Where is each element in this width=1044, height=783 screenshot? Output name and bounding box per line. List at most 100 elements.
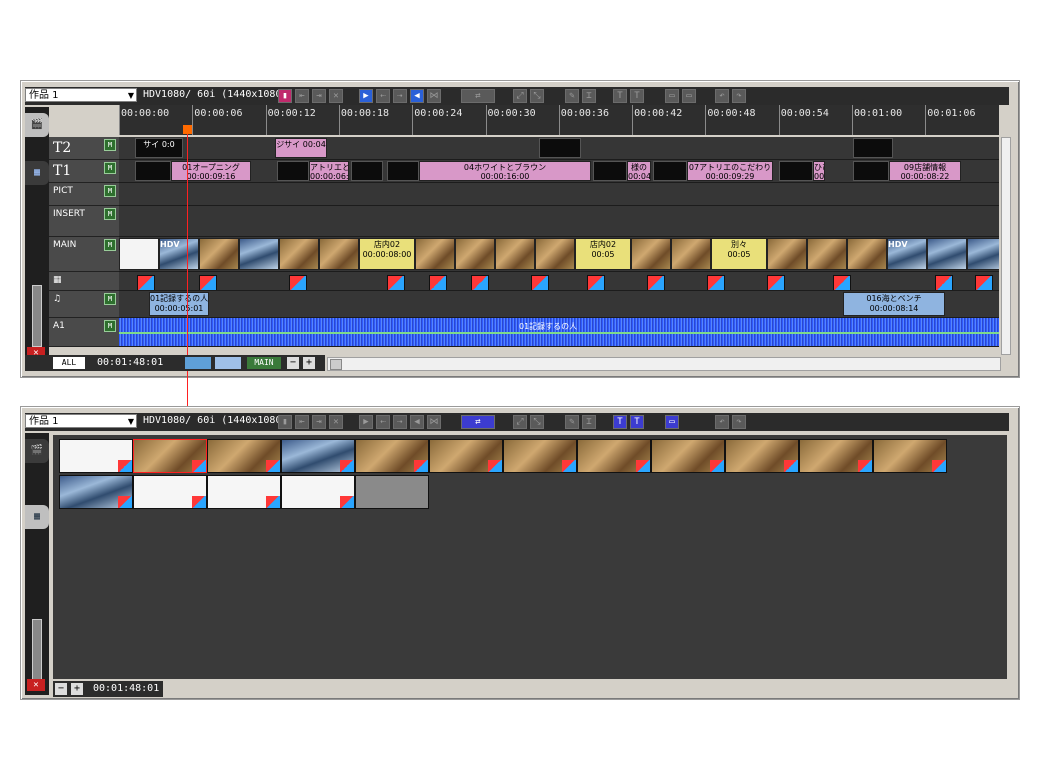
transition-icon[interactable] bbox=[289, 275, 307, 290]
transition-icon[interactable] bbox=[340, 496, 354, 508]
t1-title-clip[interactable] bbox=[277, 161, 309, 181]
main-video-clip[interactable] bbox=[671, 238, 711, 270]
storyboard-thumbnail[interactable] bbox=[355, 439, 429, 473]
lane-t2[interactable]: サイ 0:0 ジサイ 00:04 bbox=[119, 137, 999, 160]
split-right-button[interactable]: ⇢ bbox=[393, 415, 407, 429]
audio-effect-clip[interactable]: 016海とベンチ 00:00:08:14 bbox=[843, 292, 945, 316]
main-video-clip[interactable] bbox=[415, 238, 455, 270]
go-end-button[interactable]: ◀ bbox=[410, 415, 424, 429]
t1-title-clip[interactable]: 04ホワイトとブラウン 00:00:16:00 bbox=[419, 161, 591, 181]
transition-icon[interactable] bbox=[414, 460, 428, 472]
storyboard-empty-slot[interactable] bbox=[355, 475, 429, 509]
main-video-clip[interactable] bbox=[199, 238, 239, 270]
marker-button[interactable]: ⌶ bbox=[582, 415, 596, 429]
track-header-main[interactable]: MAIN M bbox=[49, 237, 119, 272]
ripple-button[interactable]: ⋈ bbox=[427, 415, 441, 429]
main-video-clip[interactable] bbox=[495, 238, 535, 270]
transition-icon[interactable] bbox=[192, 460, 206, 472]
trim-out-button[interactable]: ⇥ bbox=[312, 415, 326, 429]
transition-icon[interactable] bbox=[429, 275, 447, 290]
clapper-tab[interactable]: 🎬 bbox=[25, 439, 49, 463]
transition-icon[interactable] bbox=[387, 275, 405, 290]
all-button[interactable]: ALL bbox=[53, 357, 85, 369]
zoom-in-icon[interactable]: + bbox=[303, 357, 315, 369]
audio-effect-clip[interactable]: 01記録するの人 00:00:05:01 bbox=[149, 292, 209, 316]
mark-in-button[interactable]: ▮ bbox=[278, 415, 292, 429]
close-x-icon[interactable]: ✕ bbox=[27, 679, 45, 691]
track-header-t2[interactable]: T2 M bbox=[49, 137, 119, 160]
lane-transition[interactable] bbox=[119, 272, 999, 291]
t2-clip[interactable]: ジサイ 00:04 bbox=[275, 138, 327, 158]
t1-title-clip[interactable]: ひひ00:0 bbox=[813, 161, 825, 181]
storyboard-thumbnail[interactable] bbox=[503, 439, 577, 473]
clapper-tab[interactable]: 🎬 bbox=[25, 113, 49, 137]
storyboard-tab[interactable]: ▦ bbox=[25, 161, 49, 185]
transition-icon[interactable] bbox=[710, 460, 724, 472]
storyboard-thumbnail[interactable] bbox=[577, 439, 651, 473]
main-video-clip[interactable] bbox=[119, 238, 159, 270]
storyboard-thumbnail[interactable] bbox=[429, 439, 503, 473]
transition-icon[interactable] bbox=[647, 275, 665, 290]
transition-icon[interactable] bbox=[118, 496, 132, 508]
mute-button-pict[interactable]: M bbox=[104, 185, 116, 197]
transition-icon[interactable] bbox=[587, 275, 605, 290]
mute-button-a1[interactable]: M bbox=[104, 320, 116, 332]
zoom-out-icon[interactable]: − bbox=[287, 357, 299, 369]
storyboard-thumbnail[interactable] bbox=[725, 439, 799, 473]
marker-button[interactable]: ⌶ bbox=[582, 89, 596, 103]
connect-button[interactable]: ⤢ bbox=[513, 89, 527, 103]
storyboard-thumbnail[interactable] bbox=[59, 439, 133, 473]
transition-icon[interactable] bbox=[707, 275, 725, 290]
overlay2-button[interactable]: ▭ bbox=[682, 89, 696, 103]
main-video-clip[interactable] bbox=[967, 238, 999, 270]
transition-icon[interactable] bbox=[932, 460, 946, 472]
main-video-clip[interactable]: 店内02 00:05 bbox=[575, 238, 631, 270]
transition-icon[interactable] bbox=[935, 275, 953, 290]
lane-insert[interactable] bbox=[119, 206, 999, 237]
delete-gap-button[interactable]: ✕ bbox=[329, 89, 343, 103]
t1-title-clip[interactable]: 09店舗情報 00:00:08:22 bbox=[889, 161, 961, 181]
storyboard-tab[interactable]: ▦ bbox=[25, 505, 49, 529]
transition-icon[interactable] bbox=[118, 460, 132, 472]
overlay-button[interactable]: ▭ bbox=[665, 89, 679, 103]
t1-title-clip[interactable] bbox=[779, 161, 813, 181]
main-video-clip[interactable] bbox=[239, 238, 279, 270]
transition-icon[interactable] bbox=[531, 275, 549, 290]
project-select[interactable]: 作品 1 ▼ bbox=[25, 414, 137, 428]
t1-title-clip[interactable] bbox=[135, 161, 171, 181]
transition-icon[interactable] bbox=[562, 460, 576, 472]
main-video-clip[interactable] bbox=[807, 238, 847, 270]
storyboard-thumbnail[interactable] bbox=[281, 475, 355, 509]
storyboard-thumbnail[interactable] bbox=[207, 439, 281, 473]
delete-gap-button[interactable]: ✕ bbox=[329, 415, 343, 429]
split-right-button[interactable]: ⇢ bbox=[393, 89, 407, 103]
undo-button[interactable]: ↶ bbox=[715, 415, 729, 429]
disconnect-button[interactable]: ⤡ bbox=[530, 89, 544, 103]
transition-icon[interactable] bbox=[266, 496, 280, 508]
mark-in-button[interactable]: ▮ bbox=[278, 89, 292, 103]
storyboard-thumbnail[interactable] bbox=[799, 439, 873, 473]
text-align-top-button[interactable]: T bbox=[613, 89, 627, 103]
lane-main[interactable]: HDV 店内02 00:00:08:00 店内02 00:05 別々 00:05 HDV bbox=[119, 237, 999, 272]
transition-icon[interactable] bbox=[471, 275, 489, 290]
pen-button[interactable]: ✎ bbox=[565, 89, 579, 103]
main-video-clip[interactable] bbox=[631, 238, 671, 270]
zoom-slider[interactable] bbox=[32, 285, 42, 347]
transition-icon[interactable] bbox=[636, 460, 650, 472]
redo-button[interactable]: ↷ bbox=[732, 89, 746, 103]
main-video-clip[interactable]: 別々 00:05 bbox=[711, 238, 767, 270]
t1-title-clip[interactable]: 様の 00:04 bbox=[627, 161, 651, 181]
main-video-clip[interactable]: HDV bbox=[159, 238, 199, 270]
storyboard-thumbnail[interactable] bbox=[207, 475, 281, 509]
timeline-hscroll[interactable] bbox=[327, 357, 1001, 371]
t1-title-clip[interactable] bbox=[593, 161, 627, 181]
insert-overwrite-button[interactable]: ⇄ bbox=[461, 415, 495, 429]
t2-clip[interactable] bbox=[853, 138, 893, 158]
main-video-clip[interactable] bbox=[455, 238, 495, 270]
zoom-slider[interactable] bbox=[32, 619, 42, 681]
transition-icon[interactable] bbox=[137, 275, 155, 290]
t1-title-clip[interactable] bbox=[351, 161, 383, 181]
storyboard-thumbnail[interactable] bbox=[133, 475, 207, 509]
insert-mode-icon[interactable] bbox=[185, 357, 211, 369]
mute-button-t1[interactable]: M bbox=[104, 162, 116, 174]
